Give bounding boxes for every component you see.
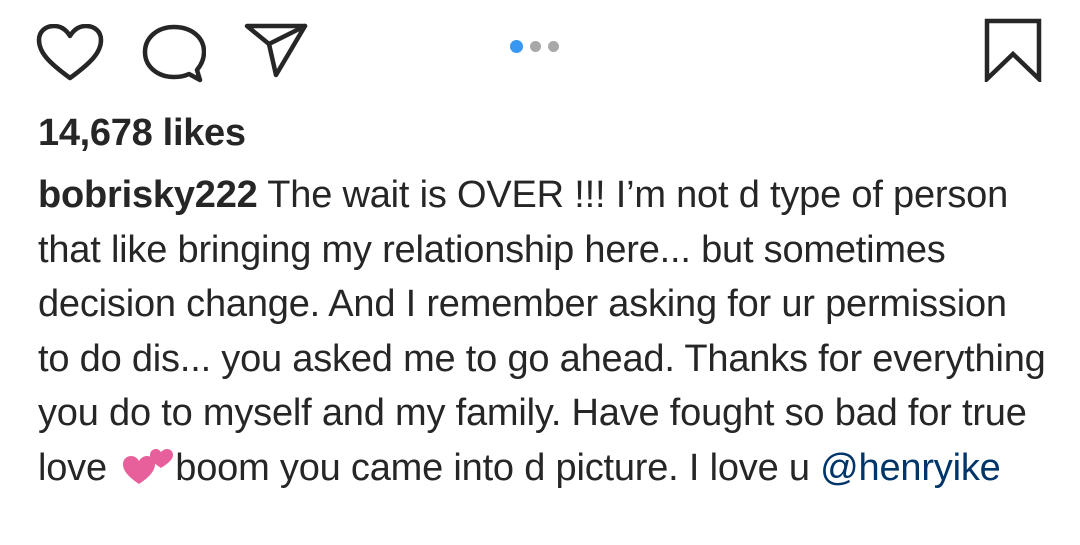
post-caption: bobrisky222 The wait is OVER !!! I’m not… — [38, 168, 1048, 495]
likes-count[interactable]: 14,678 likes — [38, 112, 246, 155]
speech-bubble-icon — [142, 24, 206, 83]
carousel-dot — [510, 40, 523, 53]
carousel-dot — [548, 41, 559, 52]
bookmark-outline-icon — [984, 18, 1042, 82]
comment-button[interactable] — [142, 24, 206, 84]
two-hearts-emoji — [123, 446, 175, 486]
heart-outline-icon — [36, 24, 104, 81]
caption-text: boom you came into d picture. I love u — [175, 446, 821, 489]
caption-username[interactable]: bobrisky222 — [38, 174, 258, 216]
save-button[interactable] — [984, 18, 1042, 82]
share-button[interactable] — [244, 22, 308, 78]
like-button[interactable] — [36, 24, 104, 82]
paper-plane-icon — [244, 23, 308, 78]
caption-text: The wait is OVER !!! I’m not d type of p… — [38, 174, 1046, 489]
carousel-dot — [530, 41, 541, 52]
post-action-bar — [0, 0, 1080, 100]
caption-mention-link[interactable]: @henryike — [820, 447, 1001, 489]
carousel-indicator — [510, 40, 559, 53]
